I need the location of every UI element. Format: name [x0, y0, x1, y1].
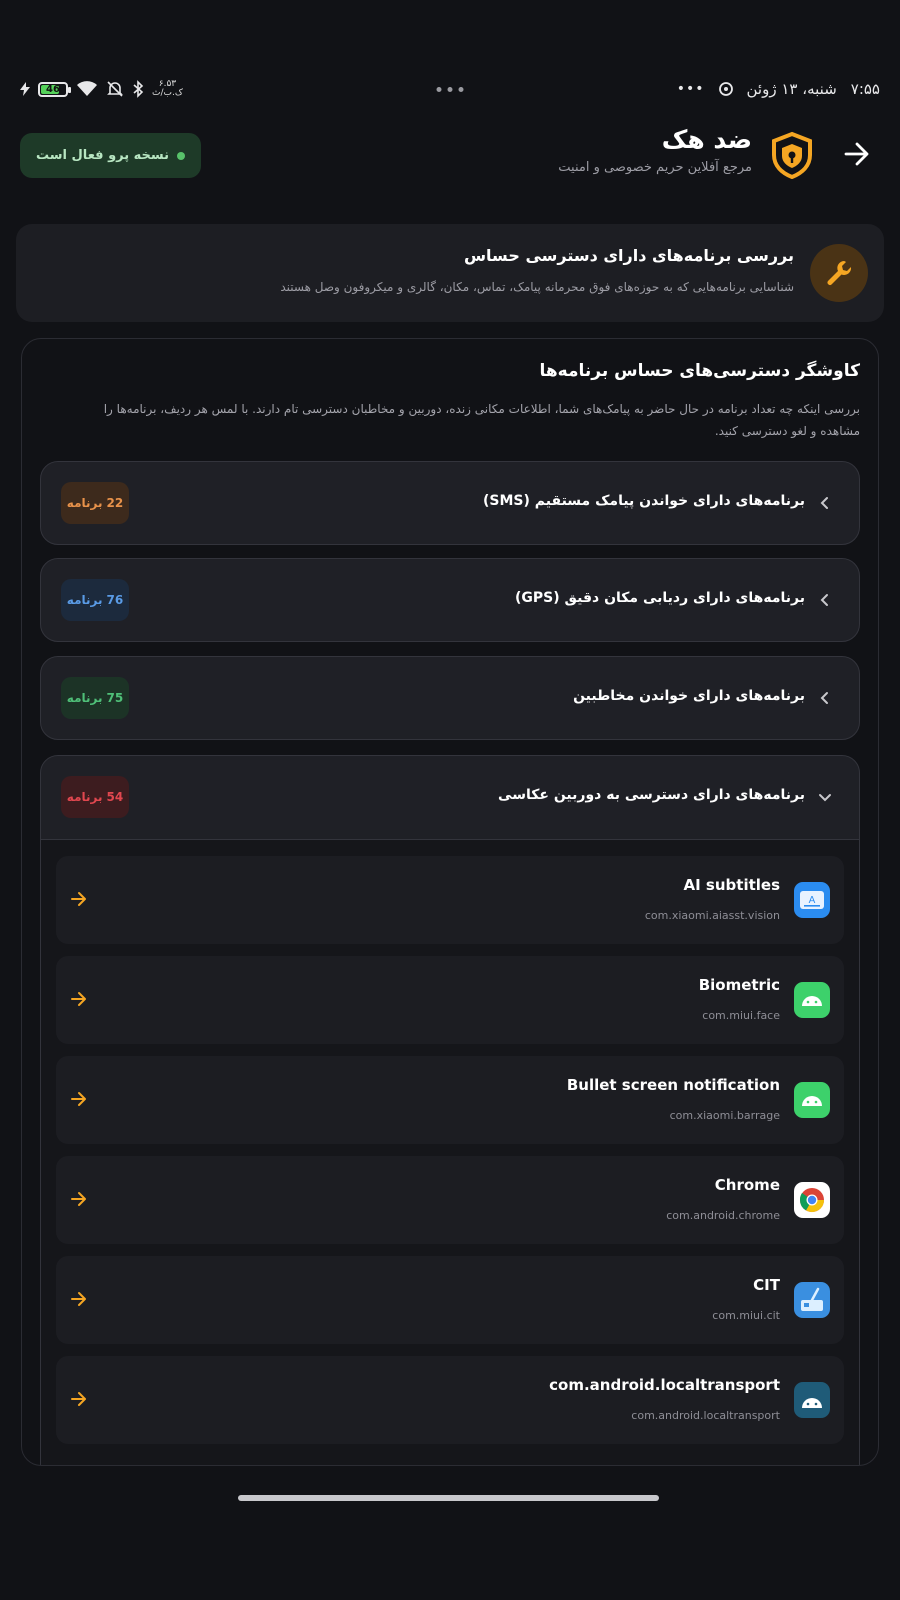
svg-text:A: A — [809, 895, 816, 906]
wrench-icon-badge — [810, 244, 868, 302]
app-header: ضد هک مرجع آفلاین حریم خصوصی و امنیت نسخ… — [20, 125, 880, 187]
feature-description: شناسایی برنامه‌هایی که به حوزه‌های فوق م… — [280, 280, 794, 294]
app-list-item[interactable]: CIT com.miui.cit — [56, 1256, 844, 1344]
status-time: ۷:۵۵ — [850, 80, 880, 98]
pro-status-badge[interactable]: نسخه پرو فعال است — [20, 133, 202, 178]
arrow-right-icon[interactable] — [70, 1090, 88, 1108]
chrome-icon — [794, 1182, 830, 1218]
app-package: com.xiaomi.aiasst.vision — [644, 909, 780, 922]
android-robot-dark-icon — [794, 1382, 830, 1418]
app-list-item[interactable]: Bullet screen notification com.xiaomi.ba… — [56, 1056, 844, 1144]
app-package: com.xiaomi.barrage — [669, 1109, 780, 1122]
category-label: برنامه‌های دارای ردیابی مکان دقیق (GPS) — [514, 590, 805, 606]
app-name: AI subtitles — [683, 876, 780, 894]
app-subtitle: مرجع آفلاین حریم خصوصی و امنیت — [558, 160, 752, 175]
app-name: com.android.localtransport — [549, 1376, 780, 1394]
category-row-sms[interactable]: برنامه‌های دارای خواندن پیامک مستقیم (SM… — [40, 461, 860, 545]
arrow-right-icon[interactable] — [70, 890, 88, 908]
shield-logo-icon — [772, 131, 812, 179]
battery-icon: 46 — [38, 81, 71, 97]
battery-level: 46 — [46, 83, 60, 95]
category-label: برنامه‌های دارای دسترسی به دوربین عکاسی — [498, 787, 805, 803]
app-package: com.miui.face — [702, 1009, 780, 1022]
active-dot-icon — [177, 151, 186, 160]
app-name: Bullet screen notification — [566, 1076, 780, 1094]
more-dots[interactable] — [436, 86, 464, 92]
notification-app-icon — [718, 82, 733, 96]
home-indicator[interactable] — [238, 1495, 659, 1501]
camera-app-list[interactable]: A AI subtitles com.xiaomi.aiasst.vision … — [41, 840, 859, 1465]
arrow-right-icon[interactable] — [70, 1390, 88, 1408]
app-title: ضد هک — [661, 125, 752, 154]
camera-category-header[interactable]: برنامه‌های دارای دسترسی به دوربین عکاسی … — [41, 756, 859, 840]
status-datetime: ۷:۵۵ شنبه، ۱۳ ژوئن ••• — [677, 80, 880, 98]
cit-tool-icon — [794, 1282, 830, 1318]
app-list-item[interactable]: Chrome com.android.chrome — [56, 1156, 844, 1244]
app-name: CIT — [753, 1276, 780, 1294]
android-robot-icon — [794, 982, 830, 1018]
app-name: Biometric — [698, 976, 780, 994]
app-package: com.miui.cit — [712, 1309, 780, 1322]
app-count-badge: 22 برنامه — [61, 482, 129, 524]
arrow-right-icon[interactable] — [70, 1290, 88, 1308]
wrench-icon — [827, 261, 852, 285]
status-date: شنبه، ۱۳ ژوئن — [746, 80, 837, 98]
app-package: com.android.chrome — [666, 1209, 780, 1222]
back-arrow-icon[interactable] — [842, 139, 872, 169]
more-notifications-icon: ••• — [676, 81, 705, 97]
category-label: برنامه‌های دارای خواندن پیامک مستقیم (SM… — [483, 493, 805, 509]
app-titles: ضد هک مرجع آفلاین حریم خصوصی و امنیت — [558, 125, 752, 175]
feature-title: بررسی برنامه‌های دارای دسترسی حساس — [463, 246, 794, 265]
category-row-gps[interactable]: برنامه‌های دارای ردیابی مکان دقیق (GPS) … — [40, 558, 860, 642]
wifi-icon — [77, 81, 97, 96]
chevron-down-icon — [819, 794, 831, 802]
charging-icon — [20, 82, 30, 96]
app-list-item[interactable]: com.android.localtransport com.android.l… — [56, 1356, 844, 1444]
mute-bell-icon — [107, 81, 123, 97]
chevron-left-icon — [820, 594, 828, 606]
android-robot-icon — [794, 1082, 830, 1118]
explorer-description: بررسی اینکه چه تعداد برنامه در حال حاضر … — [103, 402, 860, 438]
pro-badge-label: نسخه پرو فعال است — [36, 148, 170, 163]
app-list-item[interactable]: Biometric com.miui.face — [56, 956, 844, 1044]
arrow-right-icon[interactable] — [70, 990, 88, 1008]
sensitive-permissions-card[interactable]: بررسی برنامه‌های دارای دسترسی حساس شناسا… — [16, 224, 884, 322]
chevron-left-icon — [820, 497, 828, 509]
category-row-contacts[interactable]: برنامه‌های دارای خواندن مخاطبین 75 برنامه — [40, 656, 860, 740]
app-count-badge: 75 برنامه — [61, 677, 129, 719]
app-package: com.android.localtransport — [631, 1409, 780, 1422]
status-bar: 46 ۶.۵۳ ک.ب/ث ۷:۵۵ شنبه، ۱۳ ژوئن ••• — [20, 76, 880, 102]
subtitles-app-icon: A — [794, 882, 830, 918]
permission-explorer-panel: کاوشگر دسترسی‌های حساس برنامه‌ها بررسی ا… — [21, 338, 879, 1466]
arrow-right-icon[interactable] — [70, 1190, 88, 1208]
chevron-left-icon — [820, 692, 828, 704]
status-icons: 46 ۶.۵۳ ک.ب/ث — [20, 80, 183, 98]
category-row-camera-expanded: برنامه‌های دارای دسترسی به دوربین عکاسی … — [40, 755, 860, 1465]
category-label: برنامه‌های دارای خواندن مخاطبین — [573, 688, 805, 704]
app-count-badge: 76 برنامه — [61, 579, 129, 621]
network-speed: ۶.۵۳ ک.ب/ث — [152, 79, 183, 98]
bluetooth-icon — [133, 80, 144, 98]
app-count-badge: 54 برنامه — [61, 776, 129, 818]
app-name: Chrome — [714, 1176, 780, 1194]
explorer-title: کاوشگر دسترسی‌های حساس برنامه‌ها — [539, 361, 860, 381]
app-list-item[interactable]: A AI subtitles com.xiaomi.aiasst.vision — [56, 856, 844, 944]
